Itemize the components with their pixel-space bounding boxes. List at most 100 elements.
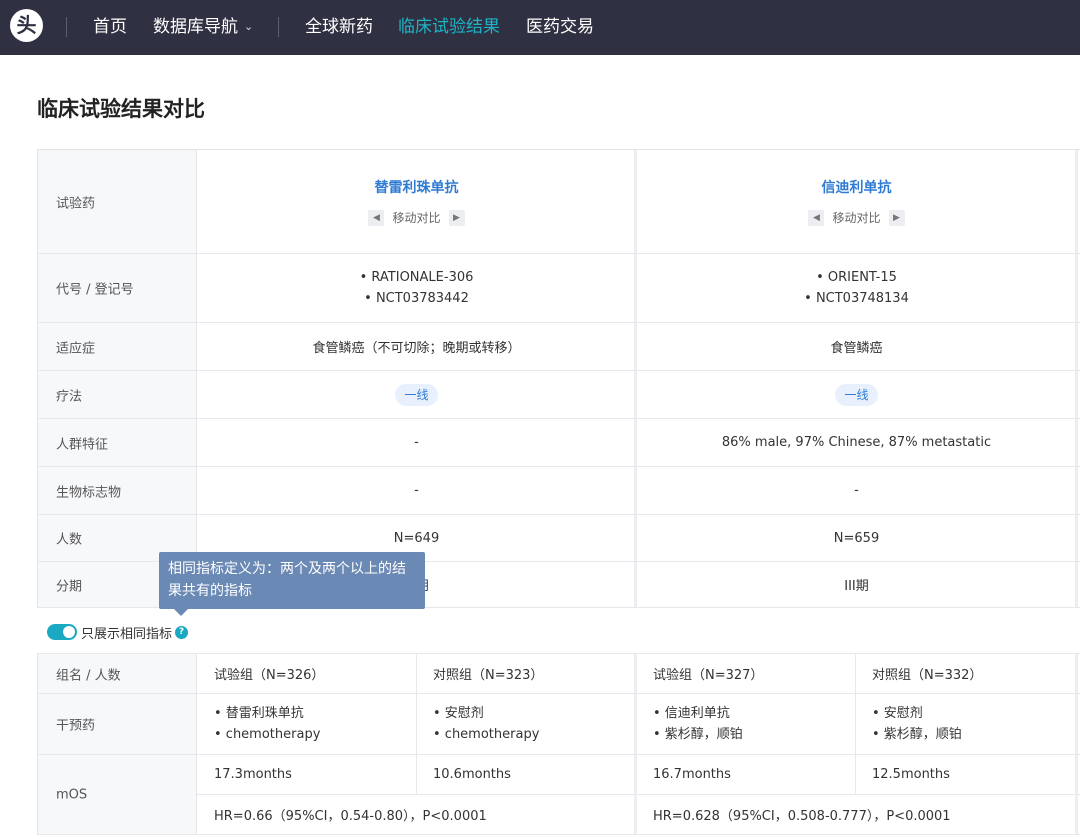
move-compare-label: 移动对比 xyxy=(832,211,881,225)
therapy-row: 疗法 一线 一线 xyxy=(37,371,1080,419)
row-label: mOS xyxy=(37,755,197,834)
indication-row: 适应症 食管鳞癌（不可切除；晚期或转移） 食管鳞癌 xyxy=(37,323,1080,371)
code-row: 代号 / 登记号 • RATIONALE-306 • NCT03783442 •… xyxy=(37,254,1080,323)
column-divider xyxy=(634,323,637,370)
column-divider xyxy=(855,694,856,754)
intervention-item: • 紫杉醇，顺铂 xyxy=(872,727,962,742)
column-divider xyxy=(1075,755,1078,834)
column-divider xyxy=(634,419,637,466)
hazard-ratio: HR=0.628（95%CI，0.508-0.777），P<0.0001 xyxy=(653,809,951,824)
intervention-item: • 安慰剂 xyxy=(872,706,923,721)
row-label: 组名 / 人数 xyxy=(37,654,197,693)
drug-row: 试验药 替雷利珠单抗 ◀ 移动对比 ▶ 信迪利单抗 ◀ 移动对比 ▶ xyxy=(37,150,1080,254)
same-metrics-toggle[interactable] xyxy=(47,624,77,640)
same-metrics-label: 只展示相同指标 xyxy=(81,627,173,642)
nav-pharma-deals[interactable]: 医药交易 xyxy=(526,15,594,39)
biomarker-row: 生物标志物 - - xyxy=(37,467,1080,515)
column-divider xyxy=(1075,562,1078,607)
chevron-down-icon: ⌄ xyxy=(244,20,254,33)
group-name: 试验组（N=326） xyxy=(214,668,325,683)
column-divider xyxy=(416,654,417,693)
move-left-icon[interactable]: ◀ xyxy=(808,209,825,226)
same-metrics-filter: 只展示相同指标 ? xyxy=(37,608,1080,654)
nav-database-menu[interactable]: 数据库导航 ⌄ xyxy=(153,15,253,39)
drug-name-link[interactable]: 替雷利珠单抗 xyxy=(375,177,459,197)
row-label: 人群特征 xyxy=(37,419,197,466)
therapy-tag: 一线 xyxy=(395,383,438,406)
comparison-table: 试验药 替雷利珠单抗 ◀ 移动对比 ▶ 信迪利单抗 ◀ 移动对比 ▶ 代号 / … xyxy=(37,149,1080,839)
column-divider xyxy=(634,654,637,693)
trial-column-1: 替雷利珠单抗 ◀ 移动对比 ▶ xyxy=(197,150,636,253)
intervention-item: • 信迪利单抗 xyxy=(653,706,730,721)
mos-value: 10.6months xyxy=(433,767,511,782)
intervention-item: • 替雷利珠单抗 xyxy=(214,706,304,721)
logo[interactable]: 头 xyxy=(10,9,43,42)
mos-value: 17.3months xyxy=(214,767,292,782)
therapy-value: 一线 xyxy=(636,371,1077,418)
mos-value: 12.5months xyxy=(872,767,950,782)
population-value: 86% male, 97% Chinese, 87% metastatic xyxy=(721,435,992,450)
column-divider xyxy=(1075,254,1078,322)
row-label: 试验药 xyxy=(37,150,197,253)
drug-name-link[interactable]: 信迪利单抗 xyxy=(822,177,892,197)
intervention-list: • 信迪利单抗 • 紫杉醇，顺铂 xyxy=(636,694,855,754)
move-right-icon[interactable]: ▶ xyxy=(448,209,465,226)
page-title: 临床试验结果对比 xyxy=(37,97,205,121)
therapy-tag: 一线 xyxy=(835,383,878,406)
registry-number: • NCT03783442 xyxy=(364,291,469,306)
nav-divider xyxy=(278,17,279,37)
therapy-value: 一线 xyxy=(197,371,636,418)
column-divider xyxy=(1075,419,1078,466)
column-divider xyxy=(1075,150,1078,253)
trial-code: • ORIENT-15 xyxy=(816,270,897,285)
registry-number: • NCT03748134 xyxy=(804,291,909,306)
logo-icon: 头 xyxy=(16,13,37,37)
move-left-icon[interactable]: ◀ xyxy=(368,209,385,226)
trial-codes: • ORIENT-15 • NCT03748134 xyxy=(636,254,1077,322)
trial-codes: • RATIONALE-306 • NCT03783442 xyxy=(197,254,636,322)
nav-database-label: 数据库导航 xyxy=(153,17,238,37)
column-divider xyxy=(855,654,856,693)
help-icon[interactable]: ? xyxy=(175,626,188,639)
column-divider xyxy=(634,150,637,253)
row-label: 疗法 xyxy=(37,371,197,418)
row-label: 代号 / 登记号 xyxy=(37,254,197,322)
nav-global-drugs[interactable]: 全球新药 xyxy=(305,15,373,39)
intervention-item: • chemotherapy xyxy=(433,727,540,742)
column-divider xyxy=(634,467,637,514)
intervention-list: • 替雷利珠单抗 • chemotherapy xyxy=(197,694,416,754)
row-label: 干预药 xyxy=(37,694,197,754)
mos-value: 16.7months xyxy=(653,767,731,782)
column-divider xyxy=(634,755,637,834)
column-divider xyxy=(1075,515,1078,561)
column-divider xyxy=(416,694,417,754)
mos-row: mOS 17.3months 10.6months 16.7months 12.… xyxy=(37,755,1080,835)
trial-column-2: 信迪利单抗 ◀ 移动对比 ▶ xyxy=(636,150,1077,253)
column-divider xyxy=(855,755,856,794)
move-right-icon[interactable]: ▶ xyxy=(888,209,905,226)
nav-home[interactable]: 首页 xyxy=(93,15,127,39)
nav-clinical-results[interactable]: 临床试验结果 xyxy=(398,15,500,39)
column-divider xyxy=(1075,467,1078,514)
column-divider xyxy=(634,254,637,322)
move-compare: ◀ 移动对比 ▶ xyxy=(368,209,465,226)
column-divider xyxy=(1075,323,1078,370)
hazard-ratio: HR=0.66（95%CI，0.54-0.80），P<0.0001 xyxy=(214,809,487,824)
intervention-item: • 紫杉醇，顺铂 xyxy=(653,727,743,742)
column-divider xyxy=(1075,654,1078,693)
intervention-item: • chemotherapy xyxy=(214,727,321,742)
biomarker-value: - xyxy=(854,483,859,498)
column-divider xyxy=(634,694,637,754)
group-name: 对照组（N=332） xyxy=(872,668,983,683)
group-name: 对照组（N=323） xyxy=(433,668,544,683)
biomarker-value: - xyxy=(414,483,419,498)
column-divider xyxy=(634,515,637,561)
row-label: 生物标志物 xyxy=(37,467,197,514)
intervention-list: • 安慰剂 • chemotherapy xyxy=(416,694,636,754)
population-value: - xyxy=(414,435,419,450)
move-compare-label: 移动对比 xyxy=(392,211,441,225)
tooltip-arrow xyxy=(174,609,188,616)
intervention-item: • 安慰剂 xyxy=(433,706,484,721)
main-content: 临床试验结果对比 试验药 替雷利珠单抗 ◀ 移动对比 ▶ 信迪利单抗 ◀ 移动对… xyxy=(0,55,1080,839)
column-divider xyxy=(634,562,637,607)
